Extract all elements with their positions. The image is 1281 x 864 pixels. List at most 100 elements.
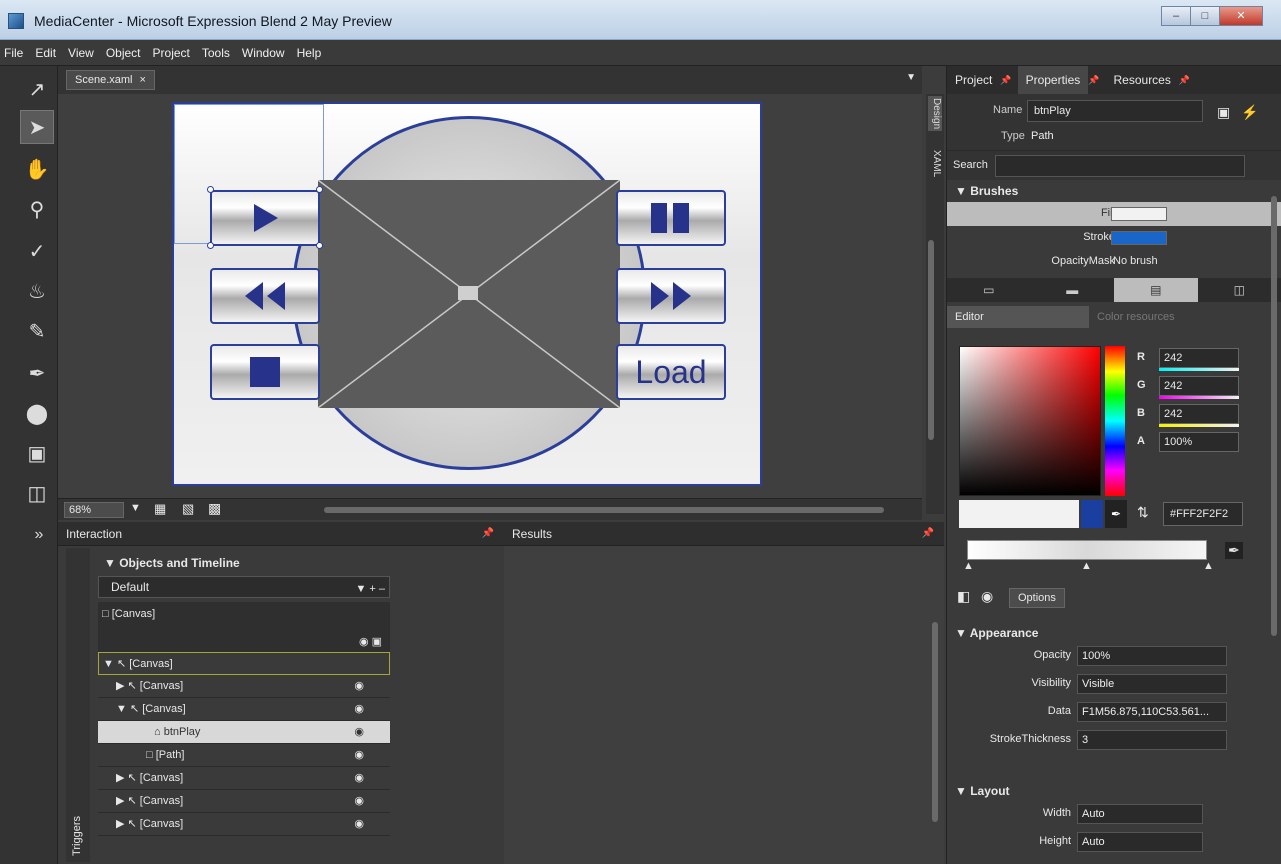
menu-edit[interactable]: Edit [35, 46, 56, 60]
resize-handle[interactable] [316, 186, 323, 193]
resize-handle[interactable] [316, 242, 323, 249]
search-input[interactable] [995, 155, 1245, 177]
eyedropper-icon[interactable]: ✒ [1105, 500, 1127, 528]
selection-tool-icon[interactable]: ➤ [20, 110, 54, 144]
green-bar[interactable] [1159, 396, 1239, 399]
stroke-swatch[interactable] [1111, 231, 1167, 245]
opacitymask-row[interactable]: OpacityMask No brush [947, 250, 1281, 274]
artboard[interactable]: Load [172, 102, 762, 486]
fill-row[interactable]: Fill [947, 202, 1281, 226]
tab-color-resources[interactable]: Color resources [1089, 306, 1183, 328]
pin-icon[interactable]: 📌 [1088, 75, 1099, 86]
brush-transform-icon[interactable]: ✎ [20, 314, 54, 348]
maximize-icon[interactable]: □ [1190, 6, 1220, 26]
show-grid-icon[interactable]: ▧ [182, 501, 194, 517]
gradient-bar[interactable] [967, 540, 1207, 560]
gradient-eyedropper-icon[interactable]: ✒ [1225, 542, 1243, 559]
height-input[interactable]: Auto [1077, 832, 1203, 852]
data-input[interactable]: F1M56.875,110C53.561... [1077, 702, 1227, 722]
menu-project[interactable]: Project [153, 46, 190, 60]
pin-icon[interactable]: 📌 [1179, 75, 1190, 86]
objects-timeline-header[interactable]: ▼ Objects and Timeline [98, 552, 390, 574]
storyboard-buttons[interactable]: ▼ + – [355, 579, 385, 599]
results-scrollbar[interactable] [932, 622, 938, 822]
event-view-icon[interactable]: ⚡ [1241, 104, 1258, 121]
tree-row[interactable]: ▼ ↖ [Canvas] ◉ [98, 698, 390, 721]
storyboard-picker[interactable]: Default ▼ + – [98, 576, 390, 598]
solid-brush-icon[interactable]: ▬ [1031, 278, 1115, 302]
snap-grid-icon[interactable]: ▦ [154, 501, 166, 517]
last-color-swatch[interactable] [1081, 500, 1103, 528]
tree-row-selected[interactable]: ⌂ btnPlay ◉ [98, 721, 390, 744]
text-box-icon[interactable]: ◫ [20, 476, 54, 510]
tab-xaml[interactable]: XAML [928, 150, 942, 177]
tab-properties[interactable]: Properties [1017, 66, 1089, 94]
eye-icon[interactable]: ◉ [354, 767, 364, 790]
hue-slider[interactable] [1105, 346, 1125, 496]
menu-object[interactable]: Object [106, 46, 141, 60]
zoom-icon[interactable]: ⚲ [20, 192, 54, 226]
eye-icon[interactable]: ◉ [354, 790, 364, 813]
grid-layout-icon[interactable]: ▣ [20, 436, 54, 470]
fast-forward-button[interactable] [616, 268, 726, 324]
tab-design[interactable]: Design [928, 96, 942, 132]
name-input[interactable]: btnPlay [1027, 100, 1203, 122]
red-input[interactable]: 242 [1159, 348, 1239, 368]
color-field[interactable] [959, 346, 1101, 496]
visibility-select[interactable]: Visible [1077, 674, 1227, 694]
hex-input[interactable]: #FFF2F2F2 [1163, 502, 1243, 526]
tab-project[interactable]: Project [947, 66, 1000, 94]
eye-icon[interactable]: ◉ [354, 744, 364, 767]
pause-button[interactable] [616, 190, 726, 246]
close-tab-icon[interactable]: × [140, 74, 146, 86]
tree-row[interactable]: ▼ ↖ [Canvas] [98, 652, 390, 675]
resize-handle[interactable] [207, 242, 214, 249]
strokethickness-input[interactable]: 3 [1077, 730, 1227, 750]
paint-bucket-icon[interactable]: ♨ [20, 274, 54, 308]
blue-input[interactable]: 242 [1159, 404, 1239, 424]
pan-hand-icon[interactable]: ✋ [20, 152, 54, 186]
menu-file[interactable]: File [4, 46, 23, 60]
menu-tools[interactable]: Tools [202, 46, 230, 60]
opacity-input[interactable]: 100% [1077, 646, 1227, 666]
green-input[interactable]: 242 [1159, 376, 1239, 396]
eye-icon[interactable]: ◉ [354, 813, 364, 836]
red-bar[interactable] [1159, 368, 1239, 371]
video-screen[interactable] [317, 179, 621, 409]
linear-gradient-icon[interactable]: ◧ [957, 588, 970, 605]
eye-icon[interactable]: ◉ [354, 675, 364, 698]
tree-row[interactable]: □ [Path] ◉ [98, 744, 390, 767]
stroke-row[interactable]: Stroke [947, 226, 1281, 250]
stop-button[interactable] [210, 344, 320, 400]
eye-icon[interactable]: ◉ [354, 698, 364, 721]
expand-assets-icon[interactable]: » [22, 518, 56, 552]
eyedropper-icon[interactable]: ✓ [20, 234, 54, 268]
alpha-input[interactable]: 100% [1159, 432, 1239, 452]
appearance-header[interactable]: ▼ Appearance [947, 622, 1247, 644]
root-canvas-row[interactable]: □ [Canvas] ◉ ▣ [98, 602, 390, 652]
brushes-header[interactable]: ▼ Brushes [947, 180, 1281, 202]
artboard-horizontal-scrollbar[interactable] [324, 507, 884, 513]
pin-icon[interactable]: 📌 [922, 522, 934, 546]
width-input[interactable]: Auto [1077, 804, 1203, 824]
menu-view[interactable]: View [68, 46, 94, 60]
artboard-vertical-scrollbar[interactable] [928, 240, 934, 440]
gradient-brush-icon[interactable]: ▤ [1114, 278, 1198, 302]
tab-editor[interactable]: Editor [947, 306, 1089, 328]
load-button[interactable]: Load [616, 344, 726, 400]
properties-scrollbar[interactable] [1271, 196, 1277, 636]
minimize-icon[interactable]: – [1161, 6, 1191, 26]
gradient-stop[interactable]: ▲ [963, 560, 974, 572]
tile-brush-icon[interactable]: ◫ [1198, 278, 1281, 302]
pin-icon[interactable]: 📌 [482, 522, 494, 546]
no-brush-icon[interactable]: ▭ [947, 278, 1031, 302]
tab-scene-xaml[interactable]: Scene.xaml × [66, 70, 155, 90]
visibility-lock-icons[interactable]: ◉ ▣ [359, 635, 382, 648]
snap-to-snaplines-icon[interactable]: ▩ [208, 500, 221, 517]
tree-row[interactable]: ▶ ↖ [Canvas] ◉ [98, 675, 390, 698]
zoom-dropdown-icon[interactable]: ▼ [130, 502, 141, 514]
object-view-icon[interactable]: ▣ [1217, 104, 1230, 121]
tab-resources[interactable]: Resources [1106, 66, 1179, 94]
resize-handle[interactable] [207, 186, 214, 193]
play-button[interactable] [210, 190, 320, 246]
